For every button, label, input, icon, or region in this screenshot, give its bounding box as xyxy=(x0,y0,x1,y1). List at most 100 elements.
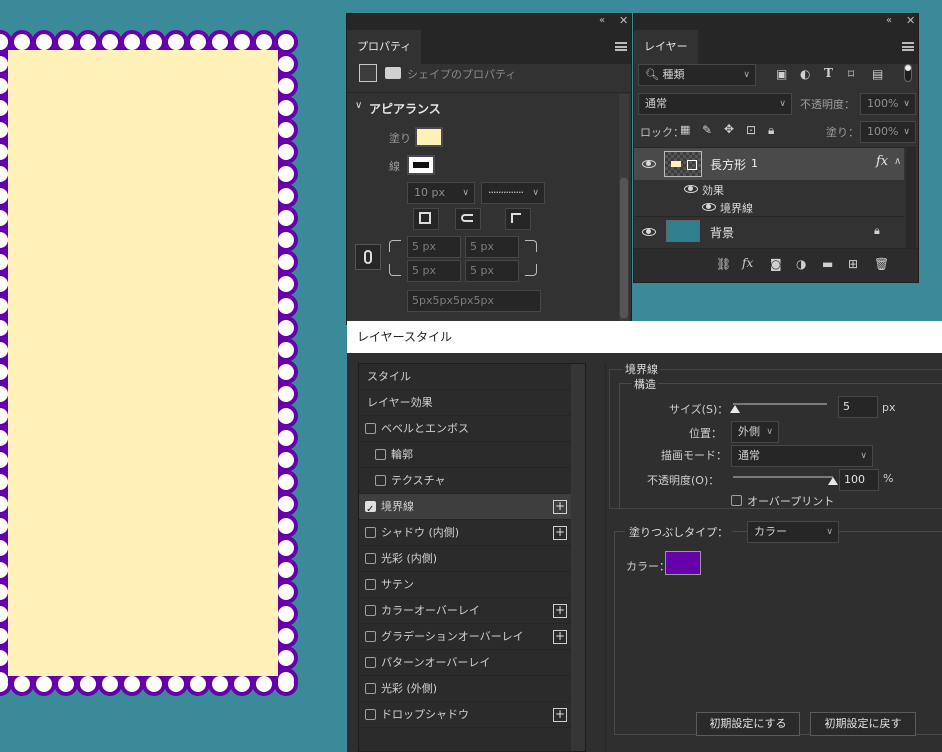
lock-position-icon[interactable]: ✥ xyxy=(724,122,734,136)
add-effect-icon[interactable]: + xyxy=(553,708,567,722)
visibility-eye-icon[interactable] xyxy=(642,228,656,236)
tab-properties[interactable]: プロパティ xyxy=(347,30,422,64)
adjustment-filter-icon[interactable]: ◐ xyxy=(800,67,810,81)
opacity-slider-track[interactable] xyxy=(733,476,833,478)
stroke-align-dropdown[interactable] xyxy=(413,208,439,230)
mask-icon[interactable] xyxy=(385,67,401,79)
fill-input[interactable]: 100% ∨ xyxy=(860,121,916,143)
effect-checkbox[interactable] xyxy=(365,497,376,522)
effect-checkbox[interactable] xyxy=(365,683,376,694)
effect-checkbox[interactable] xyxy=(375,449,386,460)
lock-transparency-icon[interactable]: ▦ xyxy=(680,123,690,136)
effect-item[interactable]: 光彩 (内側) xyxy=(359,546,571,572)
layer-row-rectangle[interactable]: 長方形 1 fx ∧ xyxy=(634,148,904,180)
stroke-type-dropdown[interactable]: ·············· ∨ xyxy=(481,182,545,204)
layer-row-background[interactable]: 背景 🔒︎ xyxy=(634,217,904,247)
new-adjustment-icon[interactable]: ◑ xyxy=(796,257,806,271)
add-mask-icon[interactable]: ◙ xyxy=(770,257,782,271)
collapse-icon[interactable]: « xyxy=(599,15,605,26)
corner-br-input[interactable]: 5 px xyxy=(465,260,519,282)
collapse-effects-icon[interactable]: ∧ xyxy=(894,156,901,167)
effect-checkbox[interactable] xyxy=(375,475,386,486)
effect-item[interactable]: カラーオーバーレイ + xyxy=(359,598,571,624)
close-icon[interactable]: ✕ xyxy=(906,14,915,27)
delete-layer-icon[interactable]: 🗑︎ xyxy=(874,257,889,271)
effect-checkbox[interactable] xyxy=(365,579,376,590)
style-list-scrollbar[interactable] xyxy=(571,364,585,751)
effect-item[interactable]: グラデーションオーバーレイ + xyxy=(359,624,571,650)
lock-all-icon[interactable]: 🔒︎ xyxy=(768,123,774,138)
size-slider-track[interactable] xyxy=(733,403,827,405)
image-filter-icon[interactable]: ▣ xyxy=(776,67,787,81)
size-slider-thumb[interactable] xyxy=(729,405,740,413)
visibility-eye-icon[interactable] xyxy=(642,160,656,168)
reset-default-button[interactable]: 初期設定に戻す xyxy=(810,712,916,736)
stroke-color-swatch[interactable] xyxy=(665,551,701,575)
shape-transform-icon[interactable] xyxy=(359,64,377,82)
panel-menu-icon[interactable] xyxy=(615,42,627,51)
tab-layers[interactable]: レイヤー xyxy=(634,30,698,64)
effect-checkbox[interactable] xyxy=(365,709,376,720)
chevron-down-icon[interactable]: ∨ xyxy=(355,100,362,111)
link-corners-button[interactable] xyxy=(355,244,381,270)
make-default-button[interactable]: 初期設定にする xyxy=(696,712,800,736)
overprint-checkbox[interactable] xyxy=(731,495,742,506)
add-effect-icon[interactable]: + xyxy=(553,630,567,644)
stroke-color-swatch[interactable] xyxy=(407,155,435,175)
opacity-input[interactable]: 100% ∨ xyxy=(860,93,916,115)
effect-checkbox[interactable] xyxy=(365,631,376,642)
effect-item[interactable]: パターンオーバーレイ xyxy=(359,650,571,676)
blend-mode-dropdown[interactable]: 通常 ∨ xyxy=(731,445,873,467)
filter-toggle[interactable] xyxy=(904,64,912,82)
new-group-icon[interactable]: ▬ xyxy=(822,257,833,271)
opacity-slider-thumb[interactable] xyxy=(828,477,838,485)
fill-color-swatch[interactable] xyxy=(415,127,443,147)
corner-summary-input[interactable]: 5px5px5px5px xyxy=(407,290,541,312)
corner-tr-input[interactable]: 5 px xyxy=(465,236,519,258)
fill-type-dropdown[interactable]: カラー ∨ xyxy=(747,521,839,543)
effect-item[interactable]: ベベルとエンボス xyxy=(359,416,571,442)
effect-item[interactable]: サテン xyxy=(359,572,571,598)
shape-filter-icon[interactable]: ⌑ xyxy=(848,67,854,81)
layer-filter-dropdown[interactable]: 🔍︎ 種類 ∨ xyxy=(638,64,756,86)
effect-checkbox[interactable] xyxy=(365,527,376,538)
effect-checkbox[interactable] xyxy=(365,657,376,668)
corner-tl-input[interactable]: 5 px xyxy=(407,236,461,258)
styles-header[interactable]: スタイル xyxy=(359,364,571,390)
close-icon[interactable]: ✕ xyxy=(619,14,628,27)
link-layers-icon[interactable]: ⛓︎ xyxy=(716,257,731,271)
position-dropdown[interactable]: 外側 ∨ xyxy=(731,421,779,443)
lock-pixels-icon[interactable]: ✎ xyxy=(702,123,712,137)
layers-scrollbar[interactable] xyxy=(906,148,916,248)
properties-scrollbar[interactable] xyxy=(619,94,629,324)
layer-row-effects[interactable]: 効果 xyxy=(634,180,904,198)
size-input[interactable]: 5 xyxy=(838,396,878,418)
smart-object-filter-icon[interactable]: ▤ xyxy=(872,67,883,81)
opacity-input[interactable]: 100 xyxy=(839,469,879,491)
effect-item[interactable]: 光彩 (外側) xyxy=(359,676,571,702)
lock-artboard-icon[interactable]: ⊡ xyxy=(746,123,756,137)
add-style-icon[interactable]: fx xyxy=(742,256,753,270)
effect-checkbox[interactable] xyxy=(365,423,376,434)
stroke-corner-dropdown[interactable] xyxy=(505,208,531,230)
add-effect-icon[interactable]: + xyxy=(553,526,567,540)
new-layer-icon[interactable]: ⊞ xyxy=(848,257,858,271)
layer-effects-header[interactable]: レイヤー効果 xyxy=(359,390,571,416)
visibility-eye-icon[interactable] xyxy=(702,203,716,211)
layer-row-stroke-effect[interactable]: 境界線 xyxy=(634,198,904,216)
blend-mode-dropdown[interactable]: 通常 ∨ xyxy=(638,93,792,115)
stroke-width-input[interactable]: 10 px ∨ xyxy=(407,182,475,204)
collapse-icon[interactable]: « xyxy=(886,15,892,26)
effect-checkbox[interactable] xyxy=(365,605,376,616)
add-effect-icon[interactable]: + xyxy=(553,604,567,618)
corner-bl-input[interactable]: 5 px xyxy=(407,260,461,282)
effect-item[interactable]: テクスチャ xyxy=(359,468,571,494)
stroke-cap-dropdown[interactable] xyxy=(455,208,481,230)
effect-item[interactable]: シャドウ (内側) + xyxy=(359,520,571,546)
effect-item[interactable]: ドロップシャドウ + xyxy=(359,702,571,728)
effect-item[interactable]: 境界線 + xyxy=(359,494,571,522)
add-effect-icon[interactable]: + xyxy=(553,500,567,514)
fx-icon[interactable]: fx xyxy=(876,154,888,169)
visibility-eye-icon[interactable] xyxy=(684,185,698,193)
effect-checkbox[interactable] xyxy=(365,553,376,564)
